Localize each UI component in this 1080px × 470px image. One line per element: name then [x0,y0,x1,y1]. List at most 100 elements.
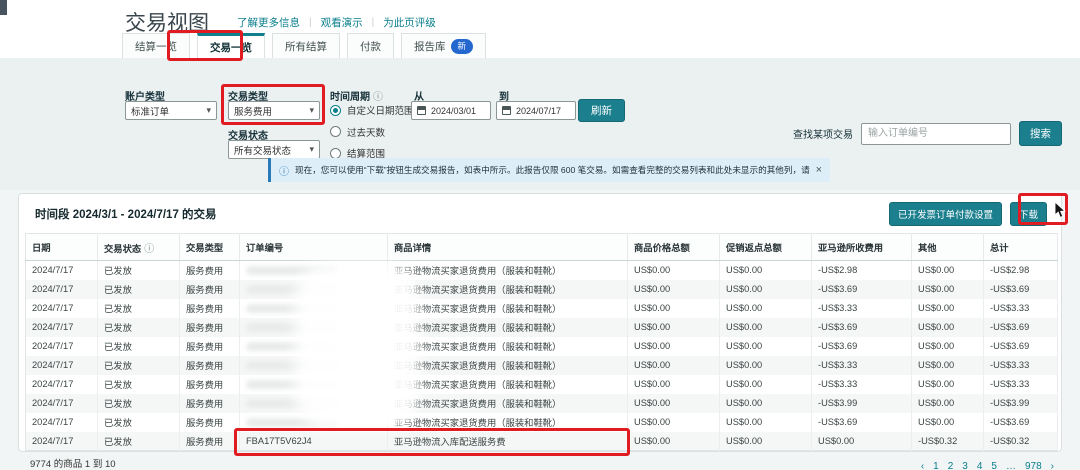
download-button[interactable]: 下载 [1010,202,1047,226]
to-date-input[interactable]: 2024/07/17 [496,101,576,120]
cell-other: US$0.00 [912,394,984,413]
censored-order-number [246,418,338,427]
transactions-period-title: 时间段 2024/3/1 - 2024/7/17 的交易 [35,206,217,222]
cell-status: 已发放 [98,337,180,356]
learn-more-link[interactable]: 了解更多信息 [237,15,300,30]
refresh-button[interactable]: 刷新 [578,99,625,122]
cell-amazon-fees: US$0.00 [812,432,912,451]
cell-promo-total: US$0.00 [720,280,812,299]
cell-order [240,299,388,318]
tab-report-repository[interactable]: 报告库新 [401,33,486,58]
cell-other: US$0.00 [912,413,984,432]
table-row: 2024/7/17已发放服务费用亚马逊物流买家退货费用（服装和鞋靴）US$0.0… [26,394,1058,413]
cell-total: -US$3.69 [984,318,1058,337]
pagination-item[interactable]: 4 [977,461,983,470]
pagination-item[interactable]: 1 [933,461,939,470]
close-icon[interactable]: × [816,165,822,176]
cell-product: 亚马逊物流买家退货费用（服装和鞋靴） [388,261,628,280]
cell-date: 2024/7/17 [26,432,98,451]
cell-product: 亚马逊物流买家退货费用（服装和鞋靴） [388,375,628,394]
cell-product: 亚马逊物流买家退货费用（服装和鞋靴） [388,337,628,356]
from-date-input[interactable]: 2024/03/01 [411,101,491,120]
cell-type: 服务费用 [180,318,240,337]
cell-date: 2024/7/17 [26,356,98,375]
cell-product: 亚马逊物流买家退货费用（服装和鞋靴） [388,299,628,318]
column-header-promo-total: 促销返点总额 [720,234,812,261]
table-row: 2024/7/17已发放服务费用FBA17T5V62J4亚马逊物流入库配送服务费… [26,432,1058,451]
cell-date: 2024/7/17 [26,261,98,280]
cell-status: 已发放 [98,356,180,375]
pagination-item[interactable]: … [1006,461,1016,470]
cell-other: US$0.00 [912,375,984,394]
cell-total: -US$2.98 [984,261,1058,280]
cell-order [240,413,388,432]
cell-status: 已发放 [98,299,180,318]
column-header-total: 总计 [984,234,1058,261]
cell-type: 服务费用 [180,337,240,356]
cell-amazon-fees: -US$3.69 [812,413,912,432]
invoiced-order-settings-button[interactable]: 已开发票订单付款设置 [889,202,1002,226]
rate-page-link[interactable]: 为此页评级 [383,15,436,30]
column-header-date: 日期 [26,234,98,261]
tab-transaction-list[interactable]: 交易一览 [197,33,265,58]
radio-past-days[interactable]: 过去天数 [330,125,414,139]
time-period-options: 自定义日期范围过去天数结算范围 [330,103,414,160]
cell-amazon-fees: -US$3.69 [812,318,912,337]
cell-price-total: US$0.00 [628,318,720,337]
transaction-type-value: 服务费用 [234,104,272,118]
censored-order-number [246,342,338,351]
transactions-tbody: 2024/7/17已发放服务费用亚马逊物流买家退货费用（服装和鞋靴）US$0.0… [26,261,1058,451]
window-edge-fragment [0,0,7,15]
cell-status: 已发放 [98,375,180,394]
cell-amazon-fees: -US$3.33 [812,375,912,394]
cell-type: 服务费用 [180,432,240,451]
radio-custom-date-range[interactable]: 自定义日期范围 [330,103,414,117]
pagination-item[interactable]: ‹ [921,461,924,470]
pagination-item[interactable]: 5 [991,461,997,470]
chevron-down-icon: ▾ [206,105,211,116]
watch-demo-link[interactable]: 观看演示 [321,15,363,30]
cell-date: 2024/7/17 [26,318,98,337]
transaction-status-select[interactable]: 所有交易状态 ▾ [228,140,320,159]
time-period-label: 时间周期ⓘ [330,88,383,103]
header-links: 了解更多信息 | 观看演示 | 为此页评级 [237,15,436,30]
banner-text: 现在，您可以使用“下载”按钮生成交易报告，如表中所示。此报告仅限 600 笔交易… [295,164,810,176]
cell-promo-total: US$0.00 [720,337,812,356]
pagination-item[interactable]: › [1051,461,1054,470]
tab-all-settlements[interactable]: 所有结算 [272,33,340,58]
censored-order-number [246,361,338,370]
account-type-value: 标准订单 [131,104,169,118]
cell-other: US$0.00 [912,280,984,299]
calendar-icon [417,106,426,115]
tab-payments[interactable]: 付款 [347,33,394,58]
table-header: 日期交易状态ⓘ交易类型订单编号商品详情商品价格总额促销返点总额亚马逊所收费用其他… [26,234,1058,261]
table-row: 2024/7/17已发放服务费用亚马逊物流买家退货费用（服装和鞋靴）US$0.0… [26,356,1058,375]
cell-order: FBA17T5V62J4 [240,432,388,451]
search-button[interactable]: 搜索 [1019,121,1062,146]
cell-status: 已发放 [98,280,180,299]
card-buttons: 已开发票订单付款设置 下载 [889,202,1047,226]
cell-product: 亚马逊物流买家退货费用（服装和鞋靴） [388,394,628,413]
cell-total: -US$3.69 [984,337,1058,356]
cell-type: 服务费用 [180,413,240,432]
pagination-item[interactable]: 2 [948,461,954,470]
info-banner: ⓘ 现在，您可以使用“下载”按钮生成交易报告，如表中所示。此报告仅限 600 笔… [268,158,830,182]
radio-label: 自定义日期范围 [347,103,414,117]
cell-amazon-fees: -US$3.69 [812,337,912,356]
cell-price-total: US$0.00 [628,394,720,413]
cell-product: 亚马逊物流买家退货费用（服装和鞋靴） [388,413,628,432]
tab-settlement-overview[interactable]: 结算一览 [122,33,190,58]
pagination-item[interactable]: 3 [962,461,968,470]
cell-total: -US$3.33 [984,356,1058,375]
cell-status: 已发放 [98,394,180,413]
calendar-icon [502,106,511,115]
account-type-select[interactable]: 标准订单 ▾ [125,101,217,120]
cell-total: -US$0.32 [984,432,1058,451]
chevron-down-icon: ▾ [309,144,314,155]
order-number-search-input[interactable] [861,123,1011,145]
table-row: 2024/7/17已发放服务费用亚马逊物流买家退货费用（服装和鞋靴）US$0.0… [26,261,1058,280]
cell-other: US$0.00 [912,261,984,280]
transaction-type-select[interactable]: 服务费用 ▾ [228,101,320,120]
pagination-item[interactable]: 978 [1025,461,1042,470]
results-count: 9774 的商品 1 到 10 [30,456,116,470]
